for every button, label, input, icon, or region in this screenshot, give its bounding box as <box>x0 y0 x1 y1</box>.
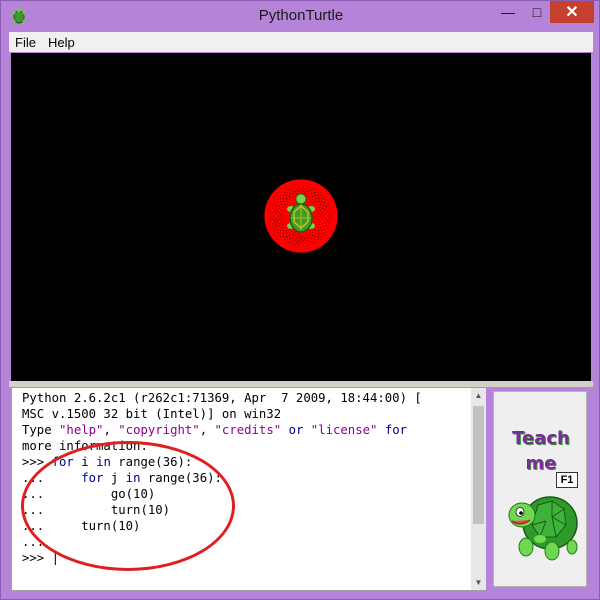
console-line: Python 2.6.2c1 (r262c1:71369, Apr 7 2009… <box>22 391 422 405</box>
console-line: >>> for i in range(36): <box>22 455 193 469</box>
console-line: ... turn(10) <box>22 503 171 517</box>
scroll-down-icon[interactable]: ▼ <box>471 575 486 590</box>
console-prompt[interactable]: >>> | <box>22 550 472 566</box>
menu-help[interactable]: Help <box>42 35 81 50</box>
title-bar[interactable]: PythonTurtle — □ ✕ <box>1 1 600 31</box>
console-line: ... turn(10) <box>22 519 141 533</box>
scroll-up-icon[interactable]: ▲ <box>471 388 486 403</box>
teach-me-button[interactable]: Teach me F1 <box>493 391 587 587</box>
menu-bar: File Help <box>9 32 593 52</box>
teach-me-line1: Teach <box>512 428 570 449</box>
console-line: MSC v.1500 32 bit (Intel)] on win32 <box>22 407 282 421</box>
f1-key-badge: F1 <box>556 472 578 488</box>
maximize-button[interactable]: □ <box>524 1 550 23</box>
console-line: more information. <box>22 439 148 453</box>
console-line: ... for j in range(36): <box>22 471 222 485</box>
console-line: ... <box>22 535 45 549</box>
scroll-thumb[interactable] <box>473 406 484 524</box>
app-window: PythonTurtle — □ ✕ File Help Python 2.6.… <box>0 0 600 600</box>
teach-me-label: Teach me <box>494 426 588 476</box>
close-button[interactable]: ✕ <box>550 1 594 23</box>
menu-file[interactable]: File <box>9 35 42 50</box>
console-output: Python 2.6.2c1 (r262c1:71369, Apr 7 2009… <box>22 390 472 566</box>
turtle-mascot-icon <box>508 496 578 561</box>
console-line: ... go(10) <box>22 487 156 501</box>
console-scrollbar[interactable]: ▲ ▼ <box>471 388 486 590</box>
turtle-canvas <box>11 53 591 381</box>
console-line: Type "help", "copyright", "credits" or "… <box>22 423 408 437</box>
minimize-button[interactable]: — <box>493 1 523 23</box>
python-console[interactable]: Python 2.6.2c1 (r262c1:71369, Apr 7 2009… <box>11 387 485 591</box>
